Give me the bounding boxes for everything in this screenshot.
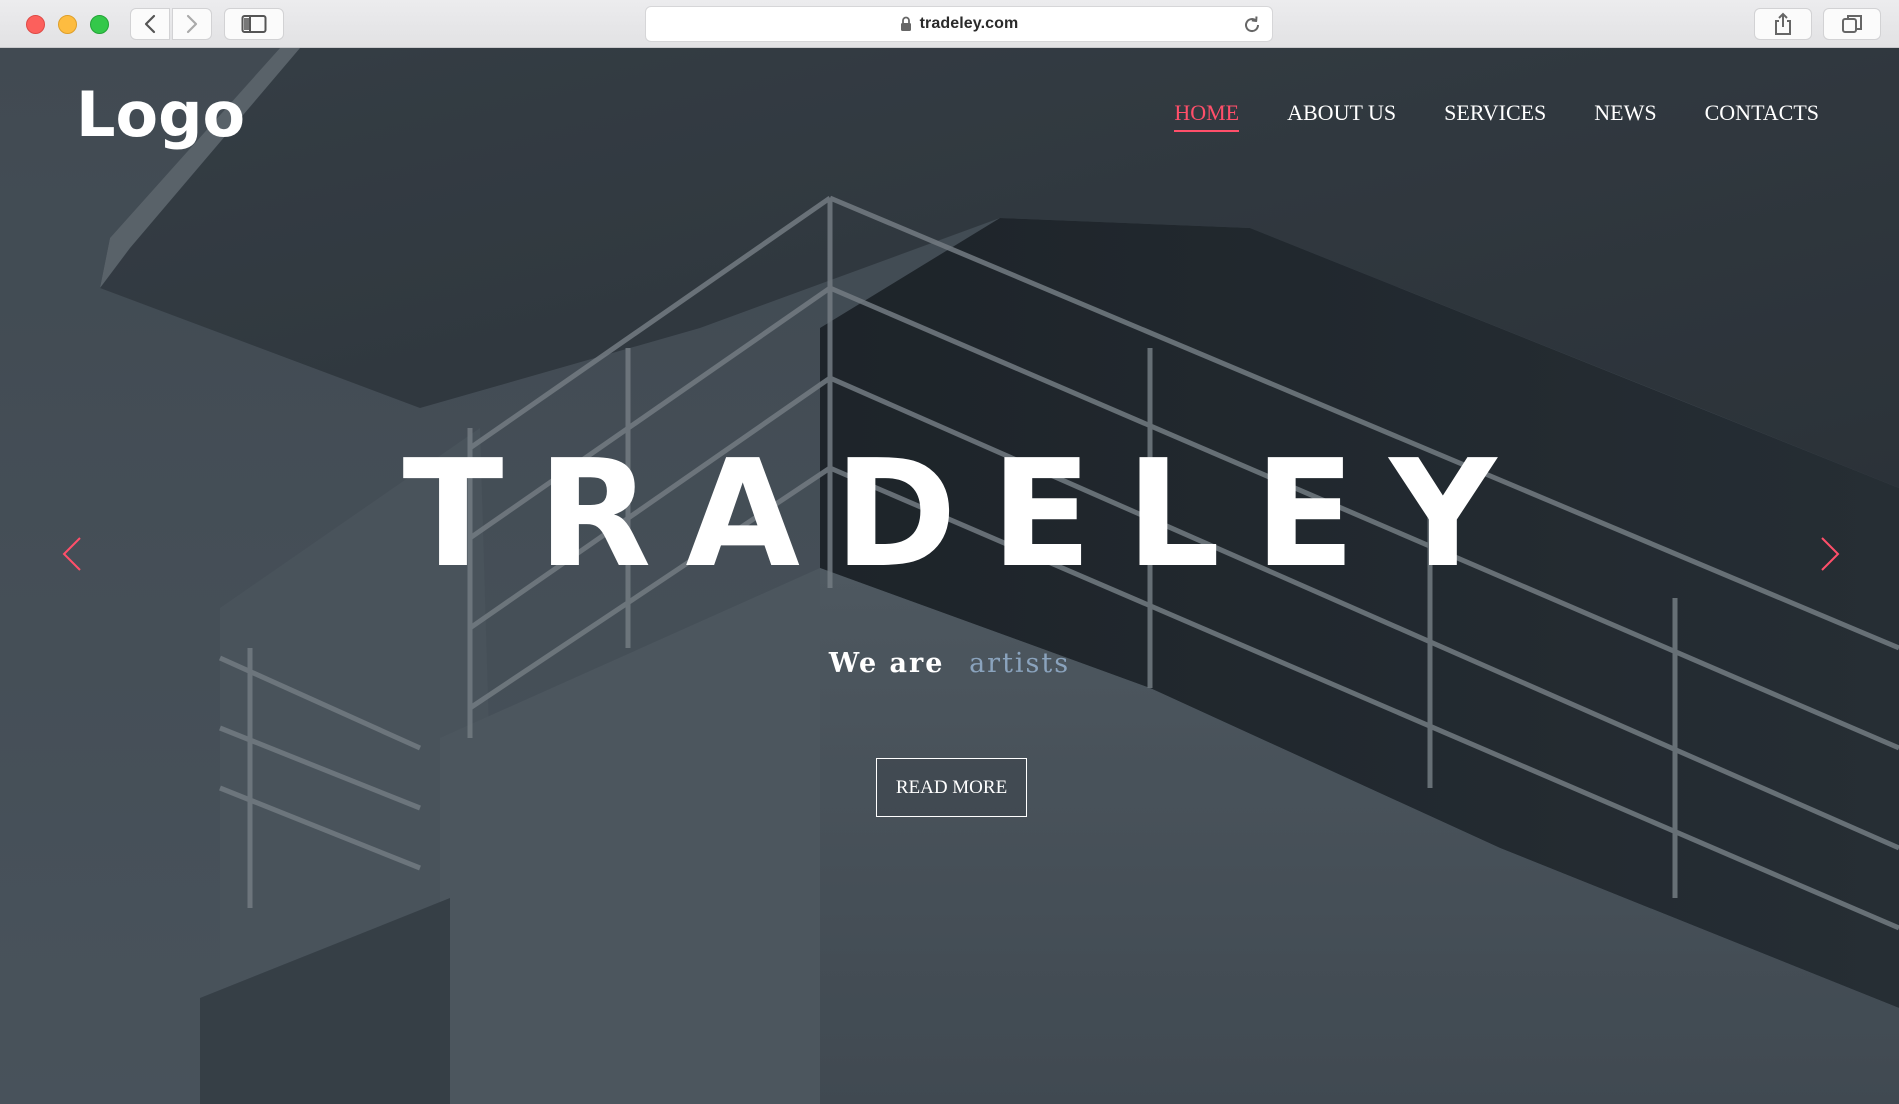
back-button[interactable] bbox=[130, 8, 170, 40]
tabs-icon bbox=[1842, 15, 1862, 33]
hero-slider: Logo HOME ABOUT US SERVICES NEWS CONTACT… bbox=[0, 48, 1899, 1104]
forward-button[interactable] bbox=[172, 8, 212, 40]
hero-tagline: We are artists bbox=[0, 648, 1899, 679]
nav-item-contacts[interactable]: CONTACTS bbox=[1705, 100, 1819, 132]
close-window-button[interactable] bbox=[26, 15, 45, 34]
zoom-window-button[interactable] bbox=[90, 15, 109, 34]
tagline-lead: We are bbox=[828, 648, 945, 679]
nav-item-services[interactable]: SERVICES bbox=[1444, 100, 1546, 132]
address-bar[interactable]: tradeley.com bbox=[645, 6, 1273, 42]
tab-overview-button[interactable] bbox=[1823, 8, 1881, 40]
back-icon bbox=[144, 14, 156, 34]
url-text: tradeley.com bbox=[919, 15, 1019, 32]
site-logo[interactable]: Logo bbox=[76, 78, 245, 151]
forward-icon bbox=[186, 14, 198, 34]
share-icon bbox=[1775, 12, 1791, 35]
tagline-accent: artists bbox=[969, 648, 1071, 679]
lock-icon bbox=[900, 16, 912, 32]
read-more-button[interactable]: READ MORE bbox=[876, 758, 1027, 817]
reload-icon[interactable] bbox=[1242, 15, 1262, 40]
sidebar-toggle-button[interactable] bbox=[224, 8, 284, 40]
hero-title: TRADELEY bbox=[402, 428, 1531, 600]
nav-item-about-us[interactable]: ABOUT US bbox=[1287, 100, 1396, 132]
sidebar-icon bbox=[241, 15, 267, 33]
share-button[interactable] bbox=[1754, 8, 1812, 40]
nav-item-home[interactable]: HOME bbox=[1174, 100, 1240, 132]
nav-item-news[interactable]: NEWS bbox=[1594, 100, 1656, 132]
minimize-window-button[interactable] bbox=[58, 15, 77, 34]
main-navigation: HOME ABOUT US SERVICES NEWS CONTACTS bbox=[1126, 100, 1819, 132]
browser-toolbar: tradeley.com bbox=[0, 0, 1899, 48]
